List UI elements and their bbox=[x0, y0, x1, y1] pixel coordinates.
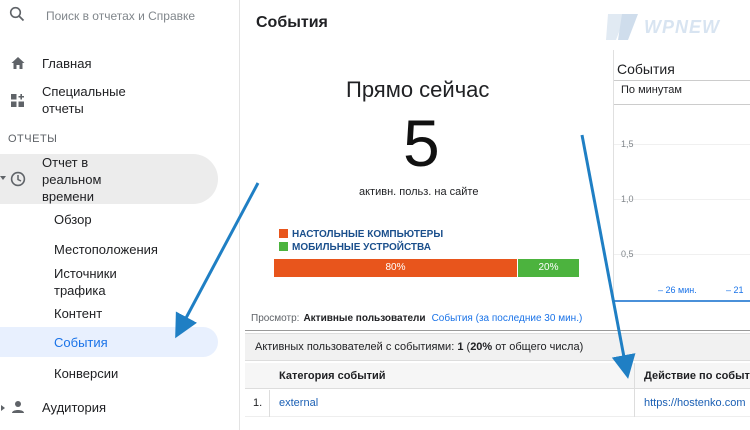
panel-title: События bbox=[617, 61, 675, 77]
x-tick: – 21 bbox=[726, 285, 744, 295]
series-line bbox=[613, 300, 750, 302]
sidebar-item-label: трафика bbox=[54, 283, 106, 298]
person-icon bbox=[12, 401, 24, 413]
legend-desktop: НАСТОЛЬНЫЕ КОМПЬЮТЕРЫ bbox=[279, 229, 443, 240]
legend-swatch bbox=[279, 229, 288, 238]
gridline bbox=[613, 254, 750, 255]
sidebar-item-label: Главная bbox=[42, 56, 92, 71]
home-icon bbox=[11, 57, 25, 69]
search-icon bbox=[9, 6, 25, 22]
wpnew-watermark-logo: WPNEW bbox=[600, 8, 750, 46]
sidebar-subitem-events[interactable]: События bbox=[54, 334, 108, 351]
tab-active-users[interactable]: Активные пользователи bbox=[303, 313, 425, 324]
sidebar-item-audience[interactable]: Аудитория bbox=[0, 399, 240, 417]
table-divider bbox=[634, 363, 635, 417]
sidebar-subitem-traffic-sources[interactable]: Источники трафика bbox=[0, 265, 240, 299]
wpnew-logo-icon bbox=[606, 14, 638, 40]
legend-mobile: МОБИЛЬНЫЕ УСТРОЙСТВА bbox=[279, 242, 431, 253]
sidebar-item-label: отчеты bbox=[42, 101, 84, 116]
search-input[interactable]: Поиск в отчетах и Справке bbox=[46, 9, 198, 23]
y-tick: 1,5 bbox=[621, 139, 634, 149]
device-share-bar: 80% 20% bbox=[274, 259, 579, 277]
active-users-count: 5 bbox=[403, 106, 440, 180]
row-number: 1. bbox=[253, 397, 263, 409]
right-now-heading: Прямо сейчас bbox=[346, 77, 490, 102]
summary-text: Активных пользователей с событиями: 1 (2… bbox=[255, 341, 583, 353]
watermark-text: WPNEW bbox=[644, 17, 720, 37]
event-category-link[interactable]: external bbox=[279, 397, 318, 409]
divider bbox=[245, 330, 750, 331]
sidebar-subitem-locations[interactable]: Местоположения bbox=[54, 241, 158, 258]
summary-prefix: Активных пользователей с событиями: bbox=[255, 341, 455, 353]
mobile-share-segment: 20% bbox=[518, 259, 579, 277]
search-bar[interactable]: Поиск в отчетах и Справке bbox=[0, 0, 240, 36]
sidebar-item-label: Источники bbox=[54, 266, 117, 281]
summary-suffix: от общего числа) bbox=[495, 341, 584, 353]
sidebar-item-label: Специальные bbox=[42, 84, 126, 99]
event-action-link[interactable]: https://hostenko.com bbox=[644, 397, 746, 409]
sidebar-item-label: Аудитория bbox=[42, 400, 107, 415]
sidebar: Поиск в отчетах и Справке Главная Специа… bbox=[0, 0, 240, 430]
view-switcher: Просмотр: Активные пользователи События (з… bbox=[251, 313, 582, 324]
sidebar-item-label: времени bbox=[42, 189, 94, 204]
summary-percent: 20% bbox=[470, 341, 493, 353]
panel-subtitle: По минутам bbox=[621, 84, 682, 96]
caret-right-icon bbox=[1, 405, 5, 411]
clock-icon bbox=[10, 171, 26, 187]
sidebar-subitem-content[interactable]: Контент bbox=[54, 305, 102, 322]
sidebar-subitem-events-highlight[interactable] bbox=[0, 327, 218, 357]
divider bbox=[613, 80, 750, 81]
sidebar-item-special-reports[interactable]: Специальные отчеты bbox=[0, 83, 240, 119]
active-users-label: активн. польз. на сайте bbox=[359, 186, 479, 198]
main-content: События Прямо сейчас 5 активн. польз. на… bbox=[241, 0, 750, 430]
caret-down-icon bbox=[0, 176, 6, 180]
desktop-share-segment: 80% bbox=[274, 259, 518, 277]
view-label: Просмотр: bbox=[251, 313, 300, 324]
legend-label: НАСТОЛЬНЫЕ КОМПЬЮТЕРЫ bbox=[292, 229, 444, 240]
panel-border bbox=[613, 50, 614, 306]
sidebar-item-label: реальном bbox=[42, 172, 102, 187]
gridline bbox=[613, 144, 750, 145]
column-header-action[interactable]: Действие по событи bbox=[644, 370, 750, 382]
sidebar-item-label: Отчет в bbox=[42, 155, 89, 170]
divider bbox=[613, 104, 750, 105]
tab-events-30min[interactable]: События (за последние 30 мин.) bbox=[432, 313, 583, 324]
y-tick: 1,0 bbox=[621, 194, 634, 204]
legend-label: МОБИЛЬНЫЕ УСТРОЙСТВА bbox=[292, 242, 431, 253]
table-divider bbox=[269, 390, 270, 417]
page-title: События bbox=[256, 14, 328, 31]
x-tick: – 26 мин. bbox=[658, 285, 697, 295]
sidebar-subitem-conversions[interactable]: Конверсии bbox=[54, 365, 118, 382]
gridline bbox=[613, 199, 750, 200]
summary-bar: Активных пользователей с событиями: 1 (2… bbox=[245, 333, 750, 361]
section-heading-reports: ОТЧЕТЫ bbox=[8, 133, 58, 145]
table-header: Категория событий Действие по событи bbox=[245, 363, 750, 389]
sidebar-subitem-overview[interactable]: Обзор bbox=[54, 211, 92, 228]
y-tick: 0,5 bbox=[621, 249, 634, 259]
table-row: 1. external https://hostenko.com bbox=[245, 390, 750, 417]
dashboard-plus-icon bbox=[11, 94, 24, 107]
column-header-category[interactable]: Категория событий bbox=[279, 370, 386, 382]
legend-swatch bbox=[279, 242, 288, 251]
sidebar-item-home[interactable]: Главная bbox=[0, 55, 240, 73]
sidebar-item-realtime-content[interactable]: Отчет в реальном времени bbox=[0, 154, 240, 204]
summary-count: 1 bbox=[457, 341, 464, 353]
events-per-minute-panel: События По минутам 1,5 1,0 0,5 – 26 мин.… bbox=[613, 56, 750, 306]
